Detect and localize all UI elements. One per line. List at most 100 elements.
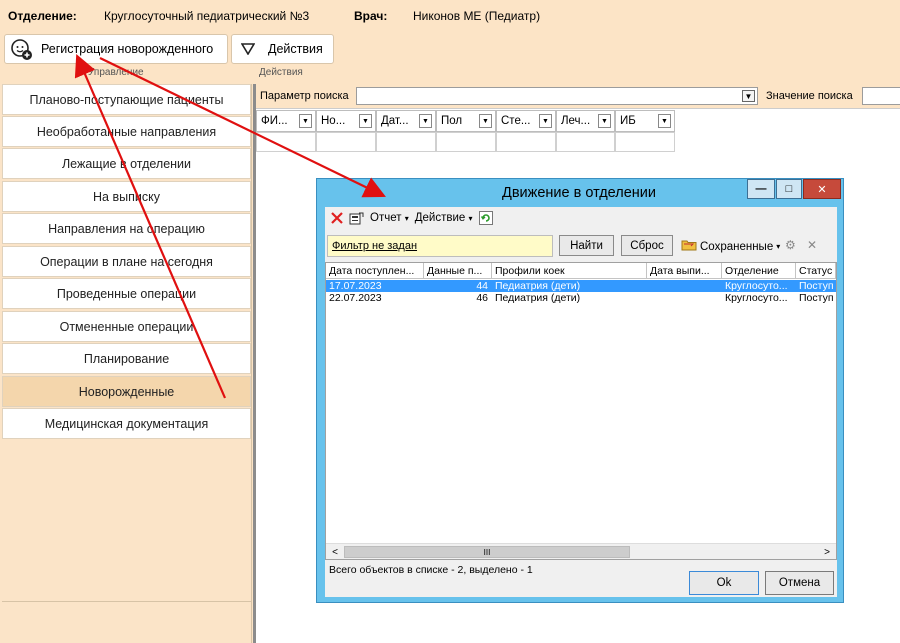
- refresh-icon[interactable]: [478, 211, 493, 225]
- cancel-button[interactable]: Отмена: [765, 571, 834, 595]
- sidebar-item-label: Операции в плане на сегодня: [40, 254, 213, 269]
- cell-status: Поступ: [799, 292, 834, 304]
- list-col-header[interactable]: Дата поступлен...: [326, 263, 424, 279]
- search-param-select[interactable]: ▼: [356, 87, 758, 105]
- filter-dropdown-icon[interactable]: ▼: [359, 114, 372, 128]
- baby-add-icon: [7, 35, 35, 63]
- reset-button[interactable]: Сброс: [621, 235, 673, 256]
- clear-filter-icon[interactable]: ✕: [807, 238, 817, 252]
- cell-dept: Круглосуто...: [725, 292, 788, 304]
- ok-button[interactable]: Ok: [689, 571, 759, 595]
- sidebar-item-label: Отмененные операции: [59, 319, 194, 334]
- sidebar-item-label: Планирование: [83, 351, 170, 366]
- list-header: Дата поступлен... Данные п... Профили ко…: [326, 263, 836, 279]
- red-x-icon[interactable]: [331, 212, 343, 224]
- grid-filter-cell[interactable]: [556, 132, 615, 152]
- actions-button[interactable]: Действия: [231, 34, 334, 64]
- grid-col-header[interactable]: Леч... ▼: [556, 110, 615, 132]
- list-col-header[interactable]: Данные п...: [424, 263, 492, 279]
- action-menu[interactable]: Действие ▾: [415, 212, 473, 224]
- grid-filter-cell[interactable]: [256, 132, 316, 152]
- department-value: Круглосуточный педиатрический №3: [104, 9, 310, 23]
- dialog-body: Отчет ▾ Действие ▾ Фильтр не задан Найти…: [325, 207, 837, 597]
- filter-dropdown-icon[interactable]: ▼: [598, 114, 611, 128]
- grid-col-label: Сте...: [501, 115, 531, 127]
- movement-dialog: Движение в отделении — □ ✕ Отчет ▾ Дейст…: [316, 178, 844, 603]
- grid-col-header[interactable]: Дат... ▼: [376, 110, 436, 132]
- sidebar-item-newborns[interactable]: Новорожденные: [2, 376, 251, 407]
- sidebar-item-label: Лежащие в отделении: [61, 156, 192, 171]
- sidebar-item-label: Необработанные направления: [36, 124, 217, 139]
- list-col-header[interactable]: Профили коек: [492, 263, 647, 279]
- grid-filter-cell[interactable]: [496, 132, 556, 152]
- saved-filters-menu[interactable]: Сохраненные ▾: [681, 239, 780, 254]
- filter-dropdown-icon[interactable]: ▼: [299, 114, 312, 128]
- sidebar-item-planning[interactable]: Планирование: [2, 343, 251, 374]
- filter-dropdown-icon[interactable]: ▼: [539, 114, 552, 128]
- properties-icon[interactable]: [349, 212, 364, 225]
- doctor-value: Никонов МЕ (Педиатр): [413, 9, 541, 23]
- grid-col-header[interactable]: ИБ ▼: [615, 110, 675, 132]
- report-menu[interactable]: Отчет ▾: [370, 212, 409, 224]
- maximize-icon[interactable]: □: [776, 179, 802, 199]
- sidebar-item-completed-operations[interactable]: Проведенные операции: [2, 278, 251, 309]
- grid-col-header[interactable]: Но... ▼: [316, 110, 376, 132]
- list-col-header[interactable]: Статус: [796, 263, 836, 279]
- list-row[interactable]: 22.07.2023 46 Педиатрия (дети) Круглосут…: [326, 292, 836, 304]
- dropdown-arrow-icon: ▾: [776, 242, 781, 251]
- sidebar-item-discharge[interactable]: На выписку: [2, 181, 251, 212]
- movement-list: Дата поступлен... Данные п... Профили ко…: [325, 262, 837, 560]
- sidebar-item-today-operations[interactable]: Операции в плане на сегодня: [2, 246, 251, 277]
- minimize-icon[interactable]: —: [747, 179, 775, 199]
- grid-filter-cell[interactable]: [615, 132, 675, 152]
- sidebar: Планово-поступающие пациенты Необработан…: [0, 84, 252, 643]
- chevron-down-icon[interactable]: ▼: [742, 90, 755, 102]
- filter-dropdown-icon[interactable]: ▼: [419, 114, 432, 128]
- sidebar-item-unprocessed-referrals[interactable]: Необработанные направления: [2, 116, 251, 147]
- filter-link[interactable]: Фильтр не задан: [327, 235, 553, 257]
- group-actions-label: Действия: [259, 67, 303, 78]
- sidebar-item-label: Проведенные операции: [56, 286, 197, 301]
- sidebar-item-surgery-referrals[interactable]: Направления на операцию: [2, 213, 251, 244]
- sidebar-item-cancelled-operations[interactable]: Отмененные операции: [2, 311, 251, 342]
- action-label: Действие: [414, 212, 466, 224]
- grid-filter-cell[interactable]: [376, 132, 436, 152]
- sidebar-item-label: На выписку: [93, 189, 160, 204]
- sidebar-item-label: Планово-поступающие пациенты: [29, 92, 224, 107]
- list-status-text: Всего объектов в списке - 2, выделено - …: [329, 564, 533, 576]
- list-row[interactable]: 17.07.2023 44 Педиатрия (дети) Круглосут…: [326, 280, 836, 292]
- dialog-titlebar[interactable]: Движение в отделении — □ ✕: [317, 179, 845, 207]
- close-icon[interactable]: ✕: [803, 179, 841, 199]
- cell-profile: Педиатрия (дети): [495, 292, 581, 304]
- grid-filter-cell[interactable]: [436, 132, 496, 152]
- list-col-header[interactable]: Дата выпи...: [647, 263, 722, 279]
- save-filter-icon[interactable]: ⚙: [785, 238, 796, 252]
- filter-row: Фильтр не задан Найти Сброс Сохраненные …: [325, 233, 837, 259]
- scroll-thumb[interactable]: III: [344, 546, 630, 558]
- sidebar-item-inpatients[interactable]: Лежащие в отделении: [2, 148, 251, 179]
- cell-date: 22.07.2023: [329, 292, 382, 304]
- folder-icon: [681, 239, 697, 254]
- grid-header: ФИ... ▼ Но... ▼ Дат... ▼ Пол ▼ Сте... ▼ Леч..…: [256, 110, 675, 132]
- grid-filter-cell[interactable]: [316, 132, 376, 152]
- sidebar-item-medical-docs[interactable]: Медицинская документация: [2, 408, 251, 439]
- filter-dropdown-icon[interactable]: ▼: [479, 114, 492, 128]
- sidebar-bottom-panel: [2, 601, 251, 643]
- header: Отделение: Круглосуточный педиатрический…: [0, 0, 900, 84]
- grid-col-header[interactable]: Сте... ▼: [496, 110, 556, 132]
- horizontal-scrollbar[interactable]: < III >: [326, 543, 836, 559]
- scroll-right-icon[interactable]: >: [819, 545, 835, 559]
- scroll-left-icon[interactable]: <: [327, 545, 343, 559]
- register-newborn-button[interactable]: Регистрация новорожденного: [4, 34, 228, 64]
- filter-dropdown-icon[interactable]: ▼: [658, 114, 671, 128]
- find-button[interactable]: Найти: [559, 235, 614, 256]
- cell-date: 17.07.2023: [329, 280, 382, 292]
- list-col-header[interactable]: Отделение: [722, 263, 796, 279]
- search-value-input[interactable]: [862, 87, 900, 105]
- search-value-label: Значение поиска: [766, 90, 853, 102]
- sidebar-item-planned-patients[interactable]: Планово-поступающие пациенты: [2, 84, 251, 115]
- grid-col-header[interactable]: ФИ... ▼: [256, 110, 316, 132]
- cell-discharge: [647, 280, 722, 292]
- grid-col-header[interactable]: Пол ▼: [436, 110, 496, 132]
- dropdown-arrow-icon: ▾: [468, 213, 473, 223]
